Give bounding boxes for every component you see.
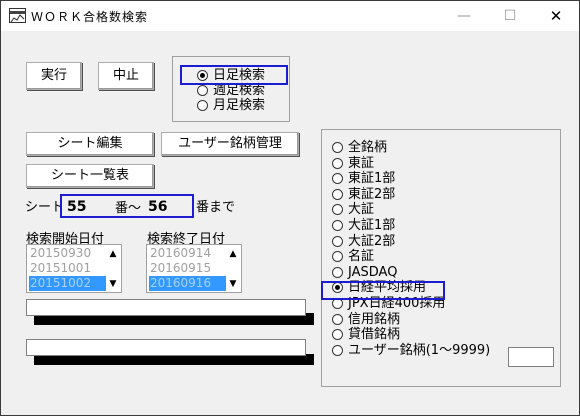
client-area: 実行 中止 日足検索 週足検索 月足検索 シート編集 ユーザー銘柄管理 シート一覧表… <box>1 31 579 415</box>
maximize-button[interactable]: ☐ <box>487 1 533 31</box>
sheet-list-button[interactable]: シート一覧表 <box>26 164 154 188</box>
radio-button-icon[interactable] <box>332 204 343 215</box>
radio-button-icon[interactable] <box>332 251 343 262</box>
sheet-from-input[interactable]: 55 <box>67 199 86 215</box>
market-option-label: 信用銘柄 <box>348 312 401 327</box>
radio-button-icon[interactable] <box>332 267 343 278</box>
market-option-label: 貸借銘柄 <box>348 327 401 342</box>
market-option-label: 東証 <box>348 156 375 171</box>
progress-bar-1 <box>26 299 306 316</box>
radio-button-icon[interactable] <box>197 100 208 111</box>
scroll-up-arrow-icon[interactable]: ▲ <box>226 247 240 262</box>
scroll-down-arrow-icon[interactable]: ▼ <box>106 277 120 292</box>
app-window: ＷＯＲＫ合格数検索 — ☐ ✕ 実行 中止 日足検索 週足検索 月足検索 シート編集… <box>0 0 580 416</box>
market-option-label: 大証 <box>348 202 375 217</box>
market-option-label: 大証1部 <box>348 218 396 233</box>
radio-button-icon[interactable] <box>332 236 343 247</box>
user-stock-management-button[interactable]: ユーザー銘柄管理 <box>161 132 299 156</box>
list-item[interactable]: 20160916 <box>149 276 227 291</box>
period-focus-outline <box>180 65 288 85</box>
radio-button-icon[interactable] <box>332 220 343 231</box>
market-option-label: 東証1部 <box>348 171 396 186</box>
window-title: ＷＯＲＫ合格数検索 <box>31 10 149 24</box>
radio-button-icon[interactable] <box>332 158 343 169</box>
list-item[interactable]: 20151002 <box>29 276 107 291</box>
list-item[interactable]: 20150930 <box>29 246 107 261</box>
radio-button-icon[interactable] <box>332 142 343 153</box>
radio-button-icon[interactable] <box>332 189 343 200</box>
market-option-label: 東証2部 <box>348 187 396 202</box>
market-option-label: ユーザー銘柄(1～9999) <box>348 343 491 358</box>
close-button[interactable]: ✕ <box>533 1 579 31</box>
period-option-label: 月足検索 <box>213 98 266 113</box>
minimize-button[interactable]: — <box>441 1 487 31</box>
scroll-up-arrow-icon[interactable]: ▲ <box>106 247 120 262</box>
end-date-scrollbar[interactable]: ▲ ▼ <box>226 246 240 292</box>
radio-button-icon[interactable] <box>332 314 343 325</box>
radio-button-icon[interactable] <box>332 329 343 340</box>
market-focus-outline <box>321 281 445 300</box>
title-bar[interactable]: ＷＯＲＫ合格数検索 — ☐ ✕ <box>1 1 579 31</box>
progress-bar-2 <box>26 339 306 356</box>
stop-button[interactable]: 中止 <box>98 62 154 90</box>
sheet-range-label: シート <box>25 200 65 215</box>
period-option-label: 週足検索 <box>213 83 266 98</box>
sheet-range-middle-label: 番～ <box>115 201 142 216</box>
radio-button-icon[interactable] <box>197 85 208 96</box>
radio-button-icon[interactable] <box>332 345 343 356</box>
app-window-icon <box>9 8 26 23</box>
list-item[interactable]: 20160914 <box>149 246 227 261</box>
end-date-listbox[interactable]: 20160914 20160915 20160916 ▲ ▼ <box>146 244 242 293</box>
run-button[interactable]: 実行 <box>26 62 82 90</box>
market-option-label: 全銘柄 <box>348 140 388 155</box>
sheet-range-suffix: 番まで <box>196 200 236 215</box>
market-option-label: 大証2部 <box>348 234 396 249</box>
list-item[interactable]: 20151001 <box>29 261 107 276</box>
market-option-label: 名証 <box>348 249 375 264</box>
start-date-scrollbar[interactable]: ▲ ▼ <box>106 246 120 292</box>
scroll-down-arrow-icon[interactable]: ▼ <box>226 277 240 292</box>
user-stock-code-input[interactable] <box>508 347 554 367</box>
sheet-edit-button[interactable]: シート編集 <box>26 132 154 156</box>
market-option-label: JASDAQ <box>348 265 398 280</box>
sheet-to-input[interactable]: 56 <box>148 199 167 215</box>
radio-button-icon[interactable] <box>332 173 343 184</box>
start-date-listbox[interactable]: 20150930 20151001 20151002 ▲ ▼ <box>26 244 122 293</box>
list-item[interactable]: 20160915 <box>149 261 227 276</box>
